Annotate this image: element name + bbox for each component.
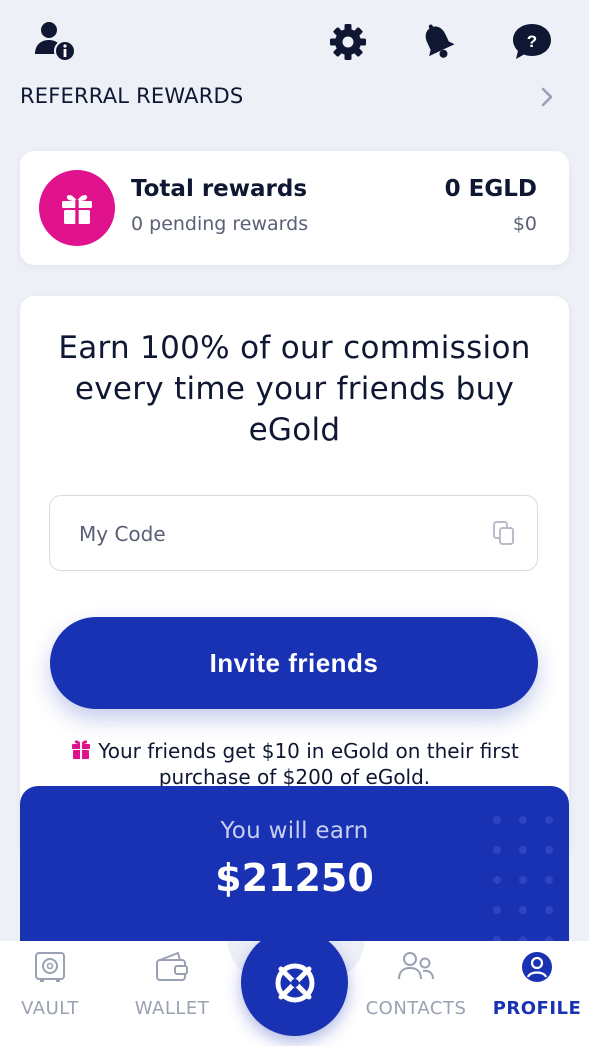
gift-badge bbox=[39, 170, 115, 246]
rewards-amount: 0 EGLD bbox=[444, 176, 537, 202]
my-code-field[interactable]: My Code bbox=[49, 495, 538, 571]
help-button[interactable]: ? bbox=[508, 18, 556, 66]
contacts-icon bbox=[398, 952, 434, 980]
nav-profile[interactable]: PROFILE bbox=[482, 950, 589, 1019]
total-rewards-title: Total rewards bbox=[131, 176, 308, 202]
referral-note: Your friends get $10 in eGold on their f… bbox=[46, 738, 543, 790]
nav-vault[interactable]: VAULT bbox=[0, 950, 105, 1019]
user-info-icon bbox=[35, 22, 76, 62]
nav-contacts-label: CONTACTS bbox=[365, 998, 467, 1019]
my-code-placeholder: My Code bbox=[79, 522, 166, 546]
nav-vault-label: VAULT bbox=[21, 998, 79, 1019]
help-icon: ? bbox=[513, 24, 551, 59]
center-home-button[interactable] bbox=[241, 929, 348, 1036]
settings-button[interactable] bbox=[324, 18, 372, 66]
chevron-right-icon[interactable] bbox=[534, 84, 560, 110]
referral-promo-card: Earn 100% of our commission every time y… bbox=[20, 296, 569, 856]
svg-text:?: ? bbox=[527, 32, 537, 51]
bell-icon bbox=[425, 24, 455, 58]
promo-headline: Earn 100% of our commission every time y… bbox=[58, 330, 531, 448]
gift-icon bbox=[62, 194, 92, 225]
earn-label: You will earn bbox=[220, 818, 369, 844]
section-title: REFERRAL REWARDS bbox=[20, 84, 244, 108]
rewards-usd-value: $0 bbox=[512, 213, 537, 235]
nav-wallet[interactable]: WALLET bbox=[117, 950, 227, 1019]
nav-profile-label: PROFILE bbox=[492, 998, 582, 1019]
small-gift-icon bbox=[72, 740, 91, 759]
gear-icon bbox=[330, 24, 366, 60]
nav-wallet-label: WALLET bbox=[134, 998, 210, 1019]
elrond-logo-icon bbox=[275, 963, 314, 1002]
vault-icon bbox=[35, 952, 65, 982]
total-rewards-card[interactable]: Total rewards 0 pending rewards 0 EGLD $… bbox=[20, 151, 569, 265]
pending-rewards-text: 0 pending rewards bbox=[131, 213, 309, 235]
referral-note-text: Your friends get $10 in eGold on their f… bbox=[98, 739, 519, 789]
nav-contacts[interactable]: CONTACTS bbox=[361, 950, 471, 1019]
copy-icon[interactable] bbox=[491, 520, 517, 546]
wallet-icon bbox=[156, 952, 188, 981]
user-info-button[interactable] bbox=[30, 18, 78, 66]
invite-friends-button[interactable]: Invite friends bbox=[50, 617, 538, 709]
profile-icon bbox=[522, 952, 552, 982]
notifications-button[interactable] bbox=[414, 18, 462, 66]
earn-value: $21250 bbox=[215, 856, 374, 900]
